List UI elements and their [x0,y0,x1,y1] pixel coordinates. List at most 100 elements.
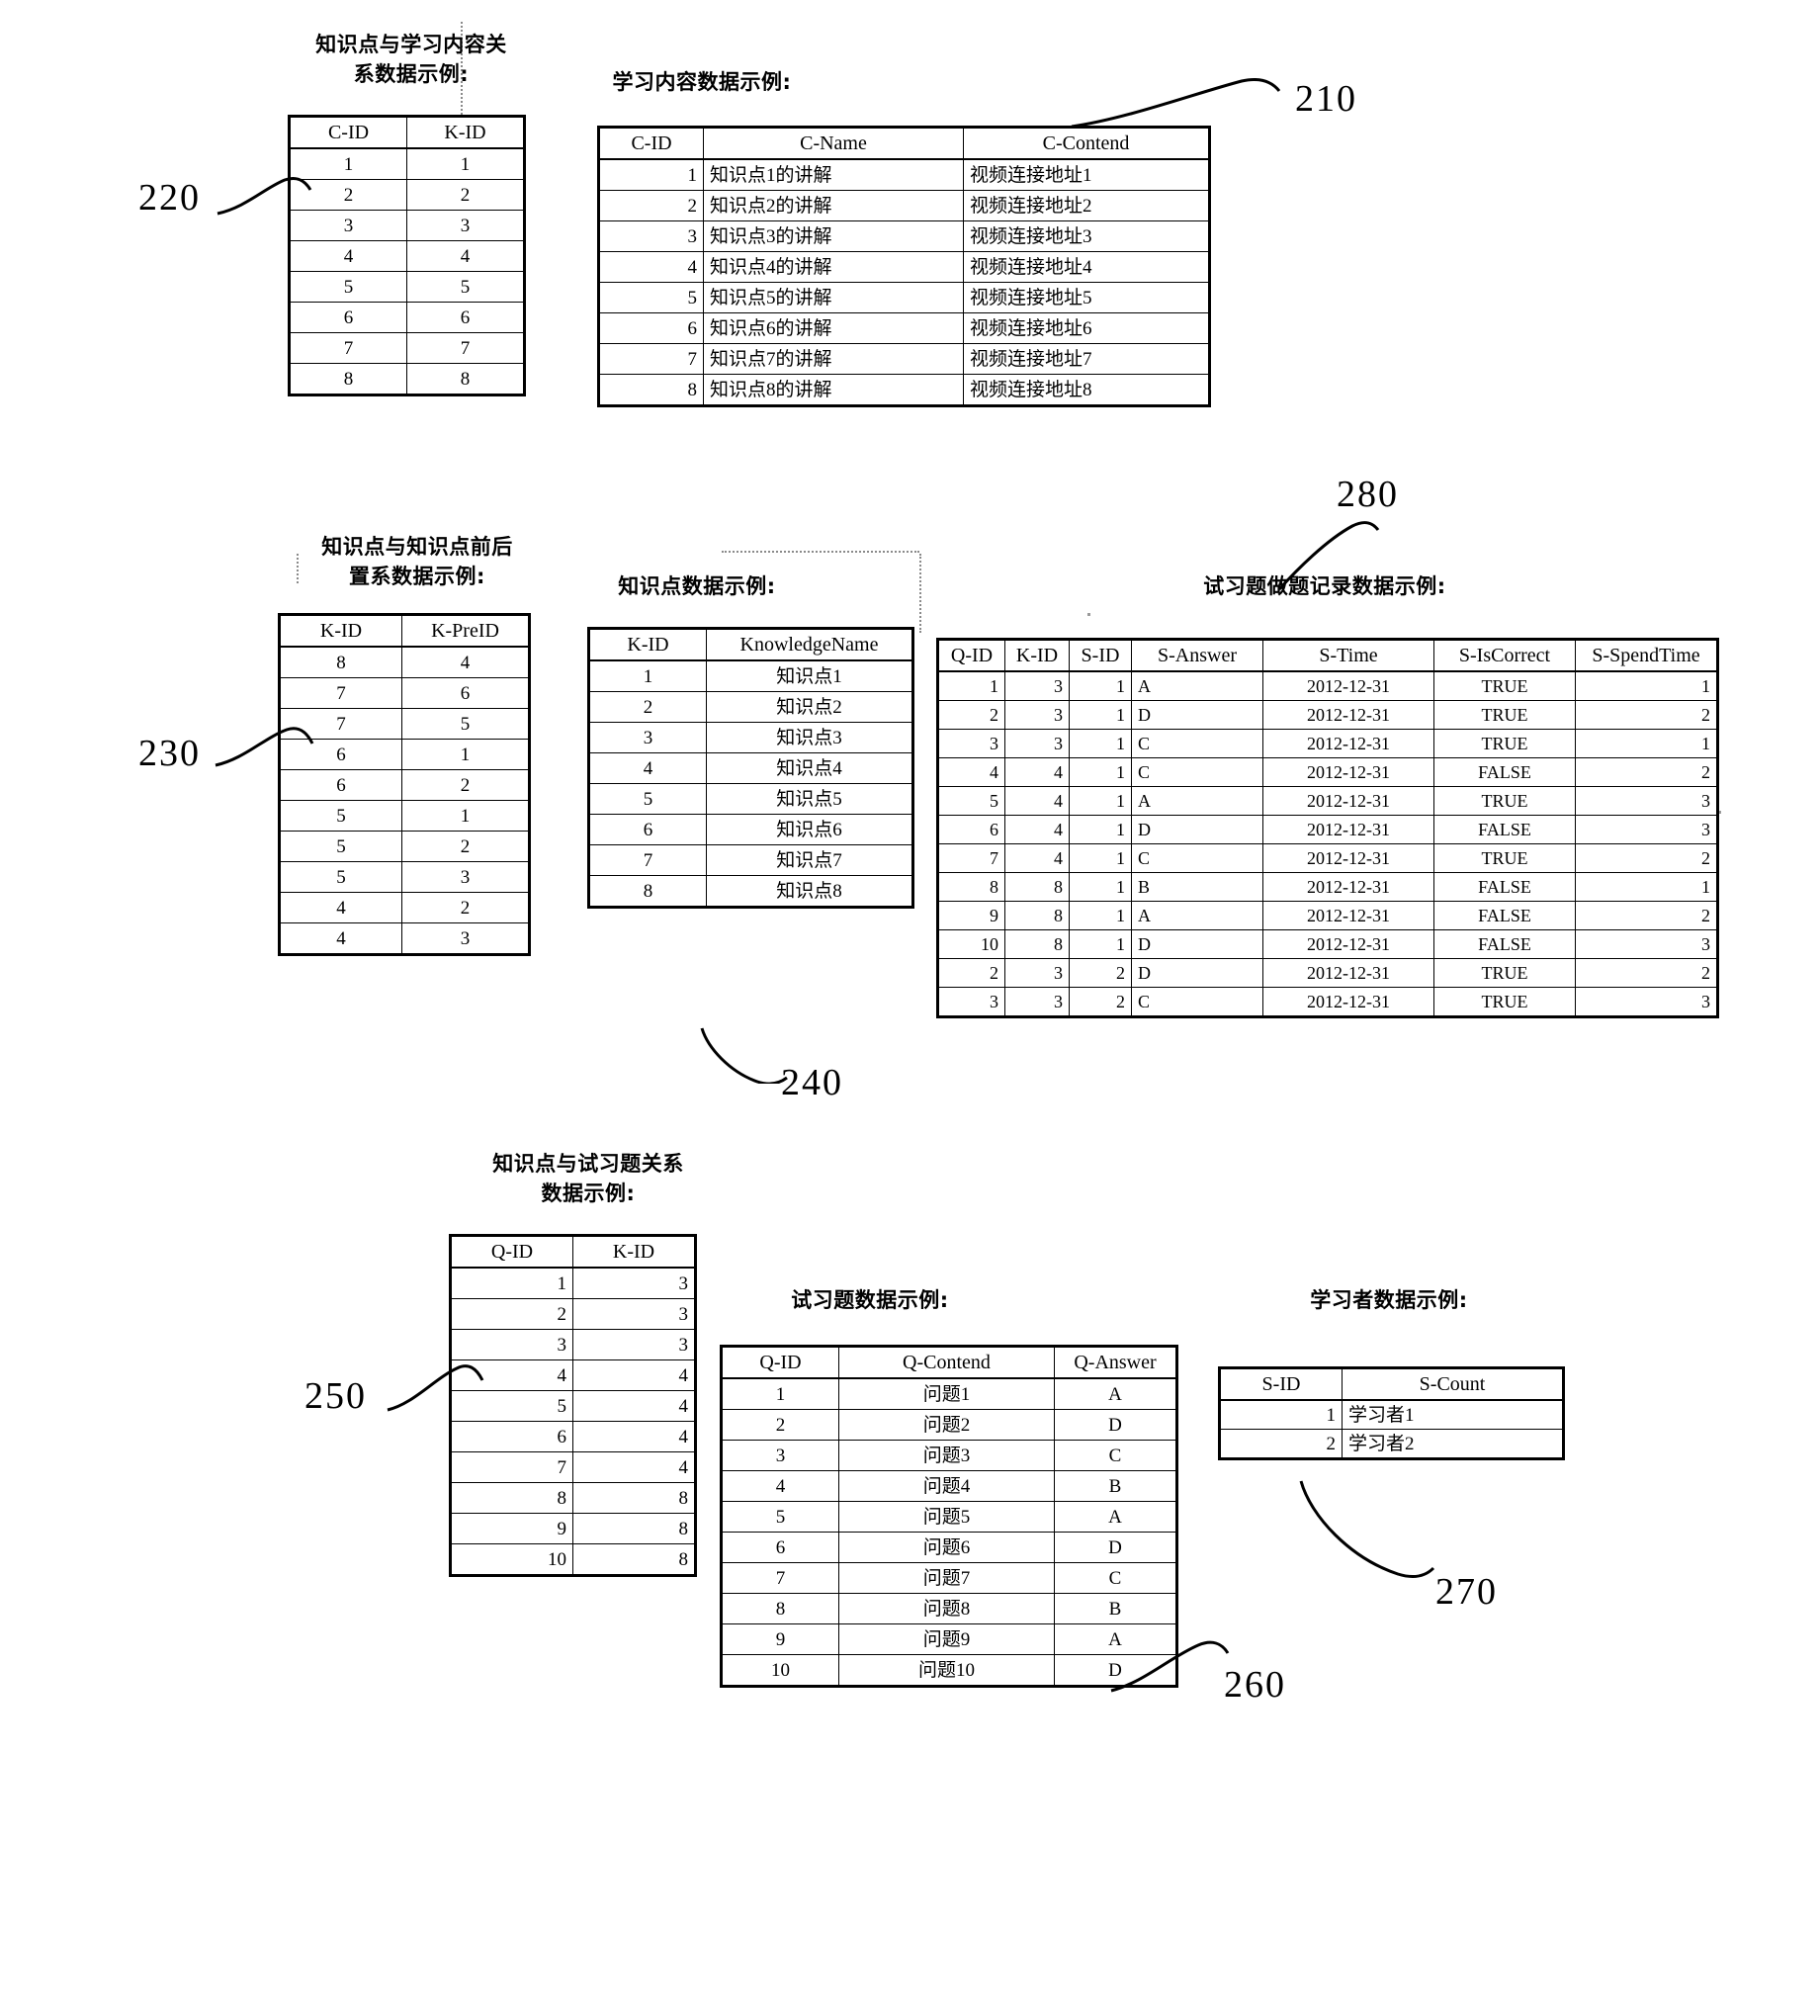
table-cell-s-answer: D [1131,815,1263,844]
table-cell-s-spendtime: 1 [1575,729,1718,758]
table-cell-c-id: 1 [598,158,704,191]
table-cell-s-iscorrect: TRUE [1433,700,1576,730]
table-cell-k-id: 4 [588,752,707,784]
table-cell-s-id: 1 [1069,929,1132,959]
caption-exercise: 试习题数据示例: [722,1285,1018,1315]
table-row: 66 [289,302,525,333]
table-cell-k-id: 8 [1004,929,1070,959]
table-cell-s-spendtime: 2 [1575,901,1718,930]
table-header-row: S-ID S-Count [1219,1367,1564,1401]
table-row: 5 知识点5的讲解 视频连接地址5 [598,282,1210,313]
ref-label-250: 250 [304,1375,367,1417]
table-row: 4 4 1 C 2012-12-31 FALSE 2 [937,757,1718,787]
table-cell-q-id: 3 [450,1329,573,1360]
table-row: 6 知识点6的讲解 视频连接地址6 [598,312,1210,344]
table-cell-s-spendtime: 3 [1575,815,1718,844]
table-cell-q-id: 5 [721,1501,839,1533]
table-cell-k-id: 8 [572,1482,696,1514]
table-cell-s-id: 1 [1069,700,1132,730]
table-header-row: Q-ID K-ID [450,1235,696,1269]
table-cell-k-preid: 1 [401,739,530,770]
table-cell-q-id: 7 [937,843,1005,873]
table-cell-knowledgename: 知识点6 [706,814,913,845]
table-cell-k-preid: 2 [401,831,530,862]
table-cell-k-id: 3 [1004,670,1070,701]
table-row: 76 [279,677,530,709]
leader-line-230 [215,727,314,767]
table-cell-q-id: 2 [937,700,1005,730]
scan-artifact-dotted-line [722,551,919,553]
leader-line-210 [1071,77,1281,129]
table-cell-s-iscorrect: TRUE [1433,786,1576,816]
leader-line-250 [387,1364,484,1412]
table-cell-s-id: 1 [1069,729,1132,758]
table-cell-s-time: 2012-12-31 [1262,901,1434,930]
table-cell-k-id: 6 [588,814,707,845]
table-cell-c-id: 4 [289,240,407,272]
table-cell-k-id: 3 [1004,700,1070,730]
table-cell-k-id: 3 [572,1329,696,1360]
table-cell-k-id: 4 [1004,843,1070,873]
table-cell-c-id: 8 [289,363,407,395]
table-cell-k-id: 4 [572,1421,696,1452]
table-knowledge: K-ID KnowledgeName 1 知识点1 2 知识点2 3 知识点3 4 知识点4 5… [587,627,914,909]
table-cell-q-id: 3 [721,1440,839,1471]
table-cell-c-contend: 视频连接地址6 [963,312,1210,344]
table-cell-s-answer: A [1131,670,1263,701]
caption-knowledge-exercise-line1: 知识点与试习题关系 [492,1152,684,1176]
table-cell-c-contend: 视频连接地址8 [963,374,1210,406]
table-cell-k-id: 5 [279,800,402,832]
table-cell-c-id: 6 [289,302,407,333]
table-cell-s-id: 2 [1069,958,1132,988]
table-cell-knowledgename: 知识点7 [706,844,913,876]
table-cell-c-name: 知识点8的讲解 [703,374,964,406]
caption-knowledge-exercise: 知识点与试习题关系 数据示例: [445,1149,732,1209]
table-cell-q-id: 4 [937,757,1005,787]
table-cell-k-preid: 2 [401,769,530,801]
column-header-q-contend: Q-Contend [838,1346,1055,1379]
table-cell-k-id: 4 [1004,786,1070,816]
table-row: 77 [289,332,525,364]
table-cell-s-answer: D [1131,700,1263,730]
table-cell-q-id: 9 [450,1513,573,1544]
leader-line-280 [1277,521,1380,591]
table-cell-s-iscorrect: FALSE [1433,901,1576,930]
table-cell-s-answer: A [1131,901,1263,930]
caption-knowledge-prereq: 知识点与知识点前后 置系数据示例: [285,532,550,592]
table-row: 8 问题8 B [721,1593,1177,1624]
table-cell-q-id: 10 [450,1543,573,1576]
table-cell-k-id: 7 [279,677,402,709]
table-cell-knowledgename: 知识点5 [706,783,913,815]
table-cell-s-time: 2012-12-31 [1262,843,1434,873]
table-cell-s-id: 1 [1069,670,1132,701]
table-cell-q-contend: 问题5 [838,1501,1055,1533]
table-cell-c-name: 知识点3的讲解 [703,220,964,252]
table-header-row: K-ID K-PreID [279,614,530,648]
table-row: 6 4 1 D 2012-12-31 FALSE 3 [937,815,1718,844]
column-header-c-id: C-ID [289,116,407,149]
table-cell-k-id: 3 [572,1267,696,1299]
table-cell-s-answer: D [1131,958,1263,988]
table-cell-k-id: 5 [279,831,402,862]
table-cell-s-spendtime: 2 [1575,700,1718,730]
column-header-s-iscorrect: S-IsCorrect [1433,639,1576,672]
table-row: 98 [450,1513,696,1544]
table-cell-c-contend: 视频连接地址2 [963,190,1210,221]
table-cell-s-iscorrect: FALSE [1433,757,1576,787]
table-cell-c-id: 7 [289,332,407,364]
table-cell-k-id: 3 [1004,958,1070,988]
table-cell-s-answer: C [1131,757,1263,787]
column-header-s-answer: S-Answer [1131,639,1263,672]
table-cell-q-answer: D [1054,1532,1177,1563]
table-cell-q-answer: D [1054,1409,1177,1441]
table-row: 2 3 2 D 2012-12-31 TRUE 2 [937,958,1718,988]
table-exercise-record: Q-ID K-ID S-ID S-Answer S-Time S-IsCorre… [936,638,1719,1018]
table-cell-c-name: 知识点5的讲解 [703,282,964,313]
table-cell-c-contend: 视频连接地址7 [963,343,1210,375]
table-row: 3 问题3 C [721,1440,1177,1471]
table-cell-s-time: 2012-12-31 [1262,958,1434,988]
table-cell-q-contend: 问题4 [838,1470,1055,1502]
table-cell-k-preid: 2 [401,892,530,923]
table-cell-k-id: 8 [279,646,402,678]
table-cell-knowledgename: 知识点4 [706,752,913,784]
